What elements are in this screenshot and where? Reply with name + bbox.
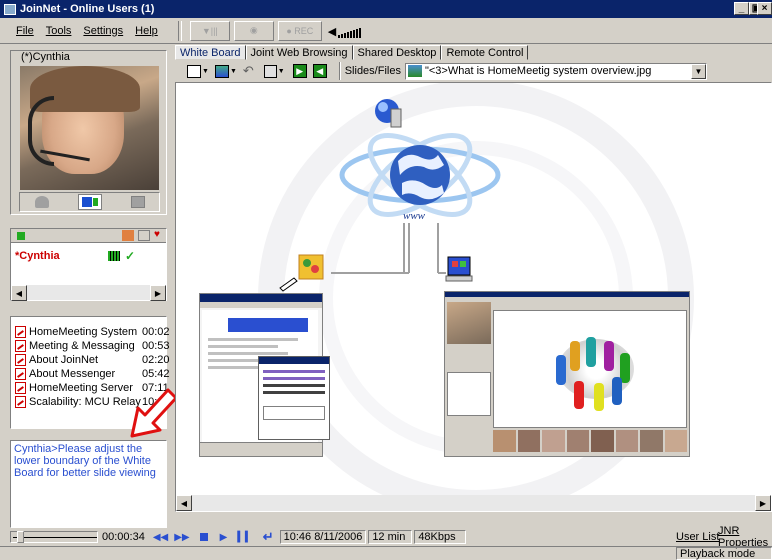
group-video-icon[interactable] bbox=[77, 194, 102, 210]
tab-strip: White Board Joint Web Browsing Shared De… bbox=[175, 45, 529, 60]
document-icon bbox=[15, 368, 26, 380]
menu-file[interactable]: File bbox=[10, 25, 40, 37]
tab-white-board[interactable]: White Board bbox=[175, 45, 246, 60]
slide-select[interactable]: "<3>What is HomeMeetig system overview.j… bbox=[404, 62, 707, 80]
minimize-icon[interactable]: _ bbox=[734, 2, 749, 15]
pause-button[interactable]: ▍▍ bbox=[237, 532, 252, 543]
rewind-button[interactable]: ◀◀ bbox=[153, 532, 168, 543]
playback-bar: 00:00:34 ◀◀ ▶▶ ▶ ▍▍ ↵ 10:46 8/11/2006 12… bbox=[0, 525, 772, 549]
participants-panel: ♥ *Cynthia ✓ ◀ ▶ bbox=[10, 228, 167, 301]
participants-hscrollbar[interactable]: ◀ ▶ bbox=[11, 285, 166, 301]
menu-tools[interactable]: Tools bbox=[40, 25, 78, 37]
user-icon[interactable] bbox=[34, 196, 49, 208]
page-icon[interactable] bbox=[187, 64, 201, 78]
menu-bar: File Tools Settings Help ▼||| ◉ ● REC ◀ bbox=[0, 18, 772, 44]
record-button[interactable]: ● REC bbox=[277, 20, 322, 41]
color-icon[interactable] bbox=[214, 64, 229, 78]
playlist-item[interactable]: About JoinNet 02:20 bbox=[11, 353, 170, 367]
messenger-screenshot bbox=[199, 293, 330, 457]
video-panel: (*)Cynthia bbox=[10, 50, 167, 215]
chevron-down-icon[interactable]: ▼ bbox=[690, 63, 706, 79]
video-feed bbox=[20, 66, 159, 190]
app-icon bbox=[4, 3, 16, 15]
slide-select-value: "<3>What is HomeMeetig system overview.j… bbox=[424, 65, 652, 77]
mic-button[interactable]: ▼||| bbox=[189, 20, 230, 41]
document-icon bbox=[15, 396, 26, 408]
menu-help[interactable]: Help bbox=[129, 25, 164, 37]
video-button[interactable]: ◉ bbox=[233, 20, 274, 41]
scroll-right-button[interactable]: ▶ bbox=[755, 495, 771, 511]
scroll-left-button[interactable]: ◀ bbox=[176, 495, 192, 511]
playlist-item[interactable]: HomeMeeting System 00:02 bbox=[11, 325, 170, 339]
pointer-arrow-icon bbox=[130, 388, 178, 438]
user-list-link[interactable]: User List bbox=[676, 531, 719, 543]
volume-icon[interactable]: ◀ bbox=[328, 24, 362, 38]
checkmark-icon: ✓ bbox=[125, 249, 136, 263]
playback-datetime: 10:46 8/11/2006 bbox=[279, 530, 367, 544]
screen-icon[interactable] bbox=[130, 196, 145, 208]
close-icon[interactable]: × bbox=[757, 2, 772, 15]
playback-bitrate: 48Kbps bbox=[414, 530, 467, 544]
joinnet-screenshot bbox=[444, 291, 690, 457]
user-name-label: (*)Cynthia bbox=[19, 51, 72, 63]
svg-text:www: www bbox=[403, 210, 426, 222]
status-bar: Playback mode bbox=[0, 546, 772, 560]
flag-icon[interactable] bbox=[138, 230, 150, 241]
tab-remote-control[interactable]: Remote Control bbox=[441, 45, 529, 60]
playback-slider[interactable] bbox=[10, 531, 98, 543]
tool-icon[interactable] bbox=[263, 64, 277, 78]
scroll-left-button[interactable]: ◀ bbox=[11, 285, 27, 301]
participant-name: *Cynthia bbox=[15, 250, 60, 262]
whiteboard-canvas[interactable]: www ◀ ▶ bbox=[175, 82, 772, 512]
playback-time: 00:00:34 bbox=[102, 531, 145, 543]
camera-controls bbox=[19, 192, 160, 212]
playlist-item[interactable]: Meeting & Messaging 00:53 bbox=[11, 339, 170, 353]
status-mode: Playback mode bbox=[676, 547, 772, 560]
playback-duration: 12 min bbox=[368, 530, 413, 544]
document-icon bbox=[15, 326, 26, 338]
play-button[interactable]: ▶ bbox=[220, 532, 228, 543]
document-icon bbox=[15, 382, 26, 394]
user-icon bbox=[17, 231, 25, 240]
fast-forward-button[interactable]: ▶▶ bbox=[174, 532, 189, 543]
whiteboard-hscrollbar[interactable]: ◀ ▶ bbox=[176, 495, 771, 511]
participants-header: ♥ bbox=[11, 229, 166, 243]
scroll-right-button[interactable]: ▶ bbox=[150, 285, 166, 301]
window-title: JoinNet - Online Users (1) bbox=[20, 3, 155, 15]
slides-files-label: Slides/Files bbox=[344, 65, 401, 77]
chat-message: Cynthia>Please adjust the lower boundary… bbox=[14, 443, 156, 479]
undo-icon[interactable]: ↶ bbox=[243, 63, 254, 79]
heart-icon[interactable]: ♥ bbox=[154, 230, 166, 241]
hand-icon[interactable] bbox=[122, 230, 134, 241]
document-icon bbox=[15, 354, 26, 366]
whiteboard-toolbar: ▼ ▼ ↶ ▼ ▶ ◀ Slides/Files "<3>What is Hom… bbox=[175, 60, 772, 82]
tab-joint-web-browsing[interactable]: Joint Web Browsing bbox=[245, 45, 353, 60]
chat-panel: Cynthia>Please adjust the lower boundary… bbox=[10, 440, 167, 528]
image-file-icon bbox=[407, 65, 422, 77]
title-bar: JoinNet - Online Users (1) _ ▣ × bbox=[0, 0, 772, 18]
prev-slide-button[interactable]: ◀ bbox=[312, 64, 327, 78]
signal-icon bbox=[108, 251, 120, 261]
stop-button[interactable] bbox=[199, 533, 208, 541]
menu-settings[interactable]: Settings bbox=[77, 25, 129, 37]
return-icon[interactable]: ↵ bbox=[263, 529, 274, 545]
toolbar-separator bbox=[177, 20, 182, 41]
participant-row[interactable]: *Cynthia ✓ bbox=[11, 249, 166, 263]
document-icon bbox=[15, 340, 26, 352]
next-slide-button[interactable]: ▶ bbox=[292, 64, 307, 78]
playlist-item[interactable]: About Messenger 05:42 bbox=[11, 367, 170, 381]
tab-shared-desktop[interactable]: Shared Desktop bbox=[352, 45, 442, 60]
